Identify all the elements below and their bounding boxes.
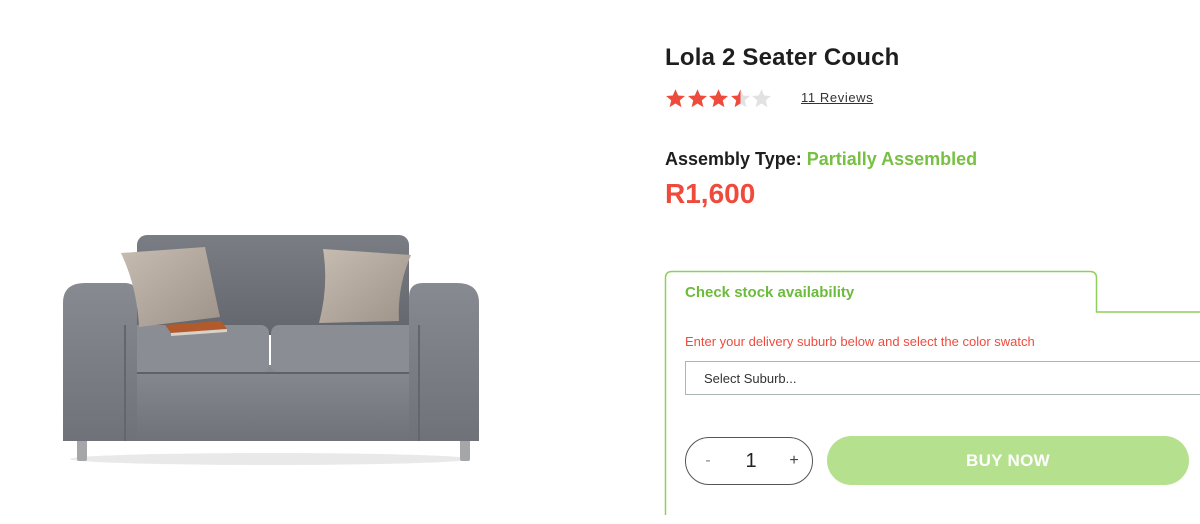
rating-stars <box>665 88 773 109</box>
quantity-increase-button[interactable]: + <box>786 452 802 470</box>
product-title: Lola 2 Seater Couch <box>665 44 900 71</box>
suburb-select[interactable]: Select Suburb... <box>685 361 1200 395</box>
quantity-value[interactable]: 1 <box>745 450 756 473</box>
product-rating <box>665 86 773 110</box>
delivery-instructions: Enter your delivery suburb below and sel… <box>685 334 1035 349</box>
star-filled-icon <box>666 88 685 107</box>
star-filled-icon <box>730 88 750 107</box>
star-filled-icon <box>709 88 728 107</box>
star-filled-icon <box>687 88 707 107</box>
quantity-decrease-button[interactable]: - <box>700 452 716 470</box>
reviews-link[interactable]: 11 Reviews <box>801 90 873 105</box>
star-empty-icon <box>752 88 771 107</box>
quantity-stepper: - 1 + <box>685 437 813 485</box>
product-price: R1,600 <box>665 178 756 209</box>
assembly-type-value: Partially Assembled <box>806 149 978 169</box>
tab-check-stock[interactable]: Check stock availability <box>685 284 854 301</box>
sofa-image <box>63 235 479 465</box>
product-image-area <box>0 0 560 524</box>
assembly-type-label: Assembly Type: <box>665 149 802 169</box>
buy-now-button[interactable]: BUY NOW <box>827 436 1189 485</box>
assembly-type: Assembly Type: Partially Assembled <box>665 149 977 170</box>
